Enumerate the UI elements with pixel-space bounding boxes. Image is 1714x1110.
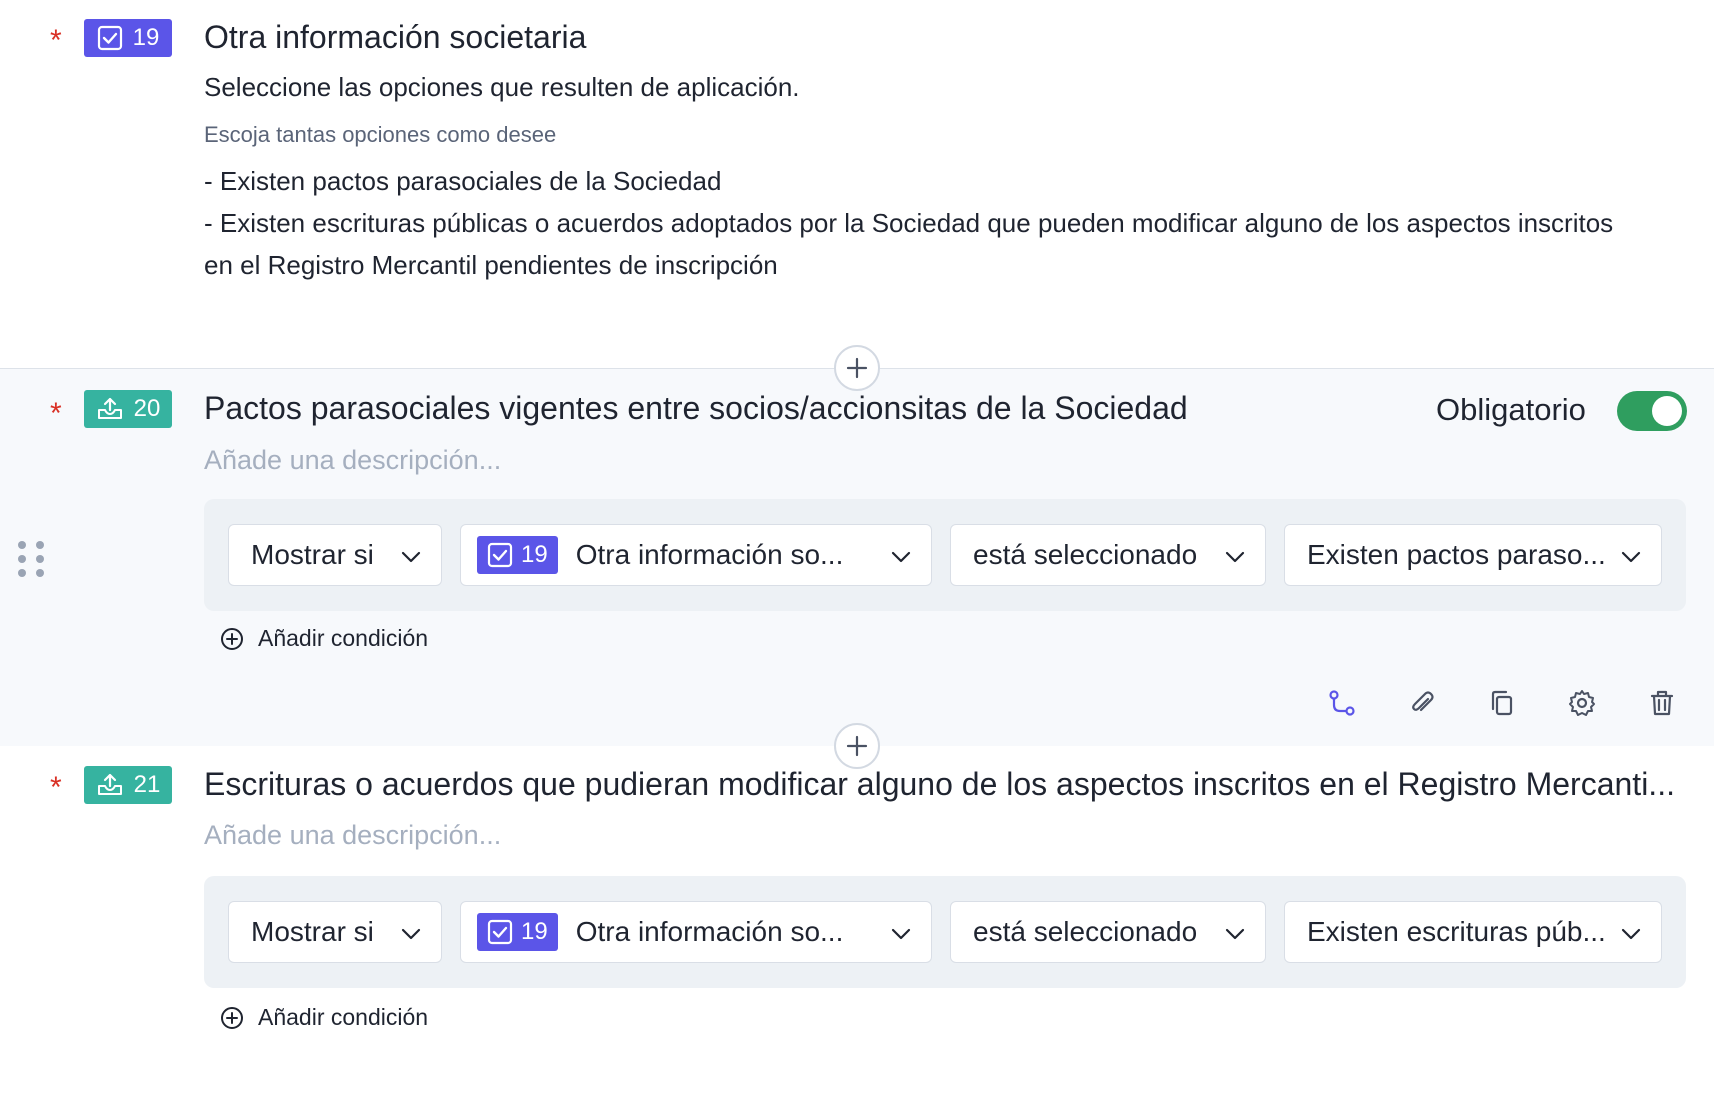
- insert-question-button[interactable]: [834, 723, 880, 769]
- question-select-value: Otra información so...: [575, 539, 844, 570]
- question-number-badge: 19: [84, 19, 172, 57]
- question-number-badge: 20: [84, 390, 172, 428]
- add-condition-button[interactable]: Añadir condición: [220, 1004, 428, 1031]
- copy-icon[interactable]: [1488, 689, 1516, 717]
- conditions-panel: Mostrar si 19 Otra información so... est…: [204, 499, 1686, 611]
- checkbox-icon: [487, 542, 513, 568]
- chevron-down-icon: [891, 551, 911, 563]
- paperclip-icon[interactable]: [1408, 689, 1436, 717]
- operator-select[interactable]: está seleccionado: [950, 524, 1266, 586]
- conditions-panel: Mostrar si 19 Otra información so... est…: [204, 876, 1686, 988]
- add-condition-button[interactable]: Añadir condición: [220, 625, 428, 652]
- question-badge: 19: [477, 536, 558, 574]
- value-select-value: Existen escrituras púb...: [1307, 916, 1606, 947]
- show-if-value: Mostrar si: [251, 916, 374, 947]
- trash-icon[interactable]: [1648, 689, 1676, 717]
- question-subtitle[interactable]: Seleccione las opciones que resulten de …: [204, 72, 800, 103]
- chevron-down-icon: [1621, 928, 1641, 940]
- question-number-badge: 21: [84, 766, 172, 804]
- chevron-down-icon: [891, 928, 911, 940]
- add-condition-label: Añadir condición: [258, 1004, 429, 1030]
- operator-select[interactable]: está seleccionado: [950, 901, 1266, 963]
- plus-circle-icon: [221, 1006, 243, 1029]
- required-toggle[interactable]: [1617, 391, 1687, 431]
- value-select[interactable]: Existen pactos paraso...: [1284, 524, 1662, 586]
- question-20[interactable]: * 20 Pactos parasociales vigentes entre …: [0, 368, 1714, 748]
- option-item: - Existen escrituras públicas o acuerdos…: [204, 208, 1614, 280]
- show-if-value: Mostrar si: [251, 539, 374, 570]
- chevron-down-icon: [401, 928, 421, 940]
- question-title[interactable]: Otra información societaria: [204, 19, 586, 56]
- insert-question-button[interactable]: [834, 345, 880, 391]
- show-if-select[interactable]: Mostrar si: [228, 524, 442, 586]
- branch-icon[interactable]: [1328, 689, 1356, 717]
- options-list: - Existen pactos parasociales de la Soci…: [204, 160, 1644, 286]
- add-condition-label: Añadir condición: [258, 625, 429, 651]
- question-number: 19: [132, 24, 160, 51]
- question-select[interactable]: 19 Otra información so...: [460, 901, 932, 963]
- show-if-select[interactable]: Mostrar si: [228, 901, 442, 963]
- description-placeholder[interactable]: Añade una descripción...: [204, 445, 501, 476]
- required-star: *: [50, 24, 62, 57]
- question-select[interactable]: 19 Otra información so...: [460, 524, 932, 586]
- question-number: 19: [521, 918, 548, 945]
- question-select-value: Otra información so...: [575, 916, 844, 947]
- plus-circle-icon: [221, 627, 243, 650]
- question-badge: 19: [477, 913, 558, 951]
- question-title[interactable]: Escrituras o acuerdos que pudieran modif…: [204, 766, 1675, 803]
- required-label: Obligatorio: [1436, 392, 1586, 427]
- description-placeholder[interactable]: Añade una descripción...: [204, 820, 501, 851]
- chevron-down-icon: [1621, 551, 1641, 563]
- question-21[interactable]: * 21 Escrituras o acuerdos que pudieran …: [0, 746, 1714, 1110]
- question-number: 20: [133, 395, 161, 422]
- chevron-down-icon: [1225, 551, 1245, 563]
- drag-handle[interactable]: [18, 541, 44, 577]
- checkbox-icon: [487, 919, 513, 945]
- question-number: 19: [521, 541, 548, 568]
- toggle-knob: [1652, 396, 1682, 426]
- question-19[interactable]: * 19 Otra información societaria Selecci…: [0, 0, 1714, 368]
- chevron-down-icon: [401, 551, 421, 563]
- question-hint: Escoja tantas opciones como desee: [204, 122, 557, 147]
- operator-value: está seleccionado: [973, 916, 1198, 947]
- operator-value: está seleccionado: [973, 539, 1198, 570]
- gear-icon[interactable]: [1568, 689, 1596, 717]
- option-item: - Existen pactos parasociales de la Soci…: [204, 166, 722, 196]
- plus-icon: [846, 735, 868, 757]
- plus-icon: [846, 357, 868, 379]
- chevron-down-icon: [1225, 928, 1245, 940]
- value-select-value: Existen pactos paraso...: [1307, 539, 1606, 570]
- checkbox-icon: [97, 25, 122, 51]
- question-title[interactable]: Pactos parasociales vigentes entre socio…: [204, 390, 1188, 427]
- value-select[interactable]: Existen escrituras púb...: [1284, 901, 1662, 963]
- required-star: *: [50, 397, 62, 430]
- upload-icon: [97, 773, 122, 795]
- upload-icon: [97, 397, 122, 419]
- question-number: 21: [133, 771, 161, 798]
- required-star: *: [50, 771, 62, 804]
